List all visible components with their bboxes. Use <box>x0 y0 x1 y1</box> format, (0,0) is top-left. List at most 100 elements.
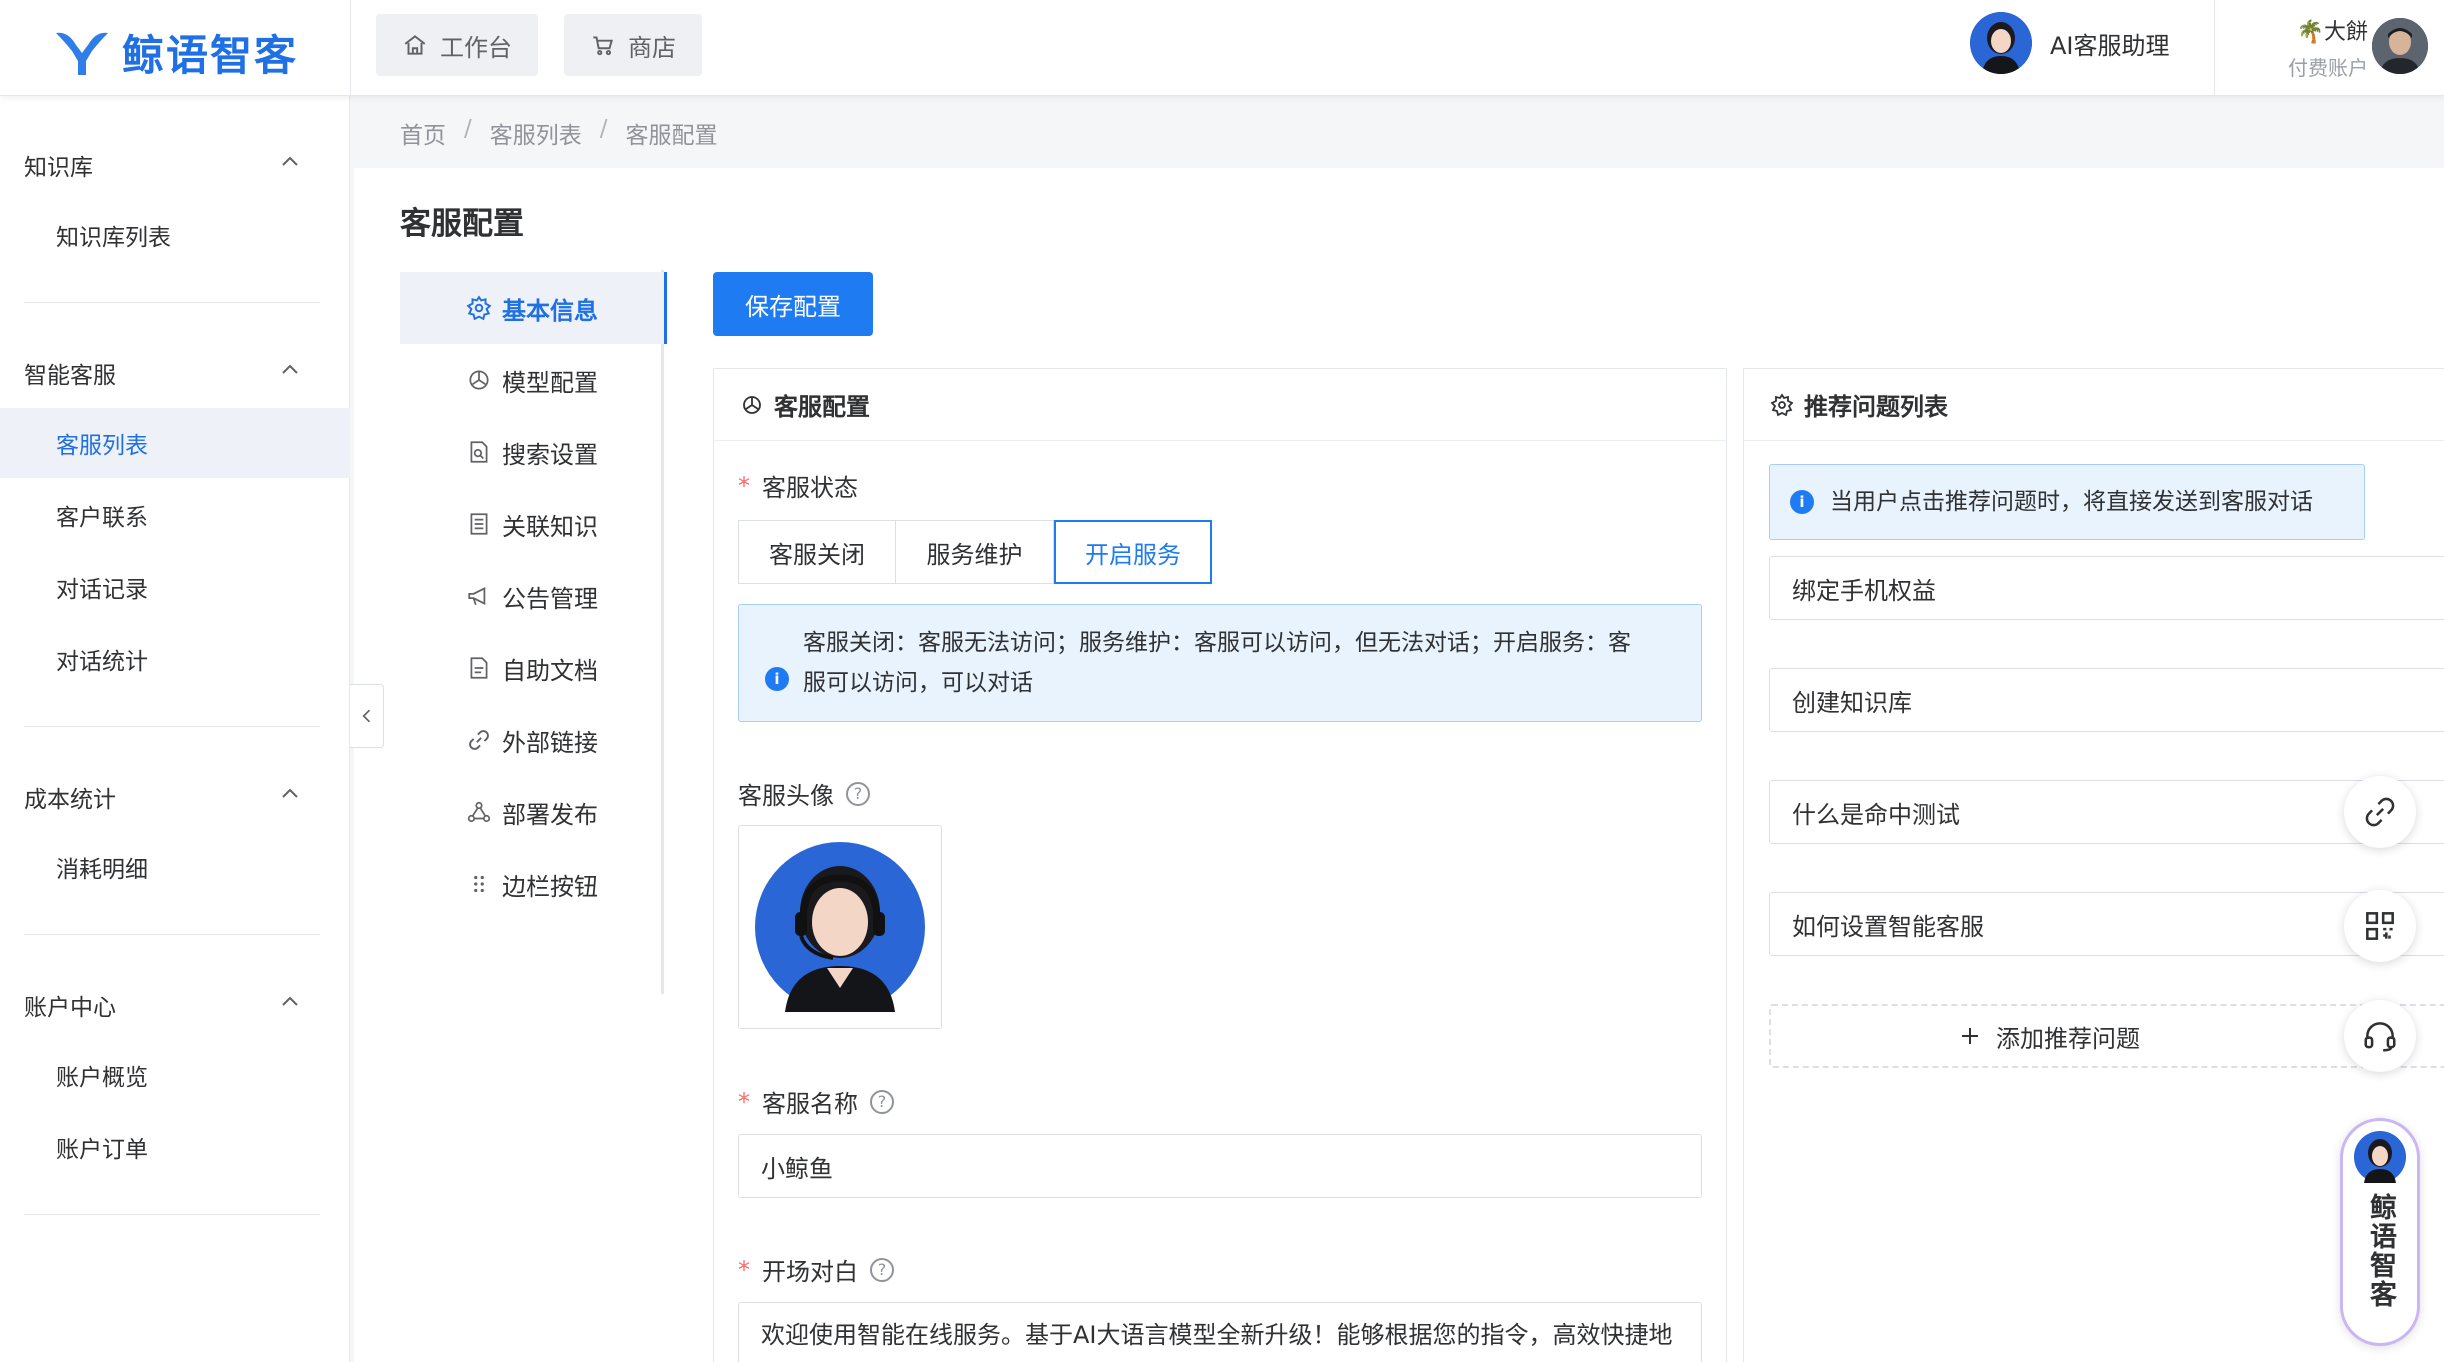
config-tabs: 基本信息 模型配置 搜索设置 关联知识 公告管理 自助文档 外部链接 部署发布 … <box>400 270 667 994</box>
greeting-label: * 开场对白 ? <box>738 1252 894 1287</box>
chat-avatar <box>2354 1131 2406 1183</box>
top-tab-workbench[interactable]: 工作台 <box>376 14 538 76</box>
breadcrumb: 首页 / 客服列表 / 客服配置 <box>400 116 718 150</box>
user-plan: 付费账户 <box>2288 56 2368 80</box>
add-recommend-label: 添加推荐问题 <box>1996 1024 2140 1053</box>
sidebar-group-account[interactable]: 账户中心 <box>24 988 116 1022</box>
qrcode-icon <box>2366 912 2394 940</box>
ai-assistant-entry[interactable]: AI客服助理 <box>1970 12 2170 74</box>
plus-icon <box>1962 1028 1978 1044</box>
tab-linked-knowledge[interactable]: 关联知识 <box>400 488 664 560</box>
breadcrumb-separator: / <box>599 116 608 142</box>
help-icon[interactable]: ? <box>870 1089 894 1114</box>
sidebar-collapse-button[interactable] <box>350 684 384 748</box>
sidebar: 知识库 知识库列表 智能客服 客服列表 客户联系 对话记录 对话统计 成本统计 … <box>0 96 350 1362</box>
book-icon <box>470 513 488 535</box>
help-icon[interactable]: ? <box>870 1257 894 1282</box>
brand-logo[interactable]: 鲸语智客 <box>52 22 298 83</box>
sidebar-item-account-overview[interactable]: 账户概览 <box>0 1040 350 1110</box>
tab-model-config[interactable]: 模型配置 <box>400 344 664 416</box>
float-link-button[interactable] <box>2344 776 2416 848</box>
info-icon: i <box>1790 490 1814 514</box>
field-label: 客服名称 <box>762 1090 858 1118</box>
headset-icon <box>2364 1022 2396 1052</box>
float-qrcode-button[interactable] <box>2344 890 2416 962</box>
tab-label: 模型配置 <box>502 368 598 397</box>
chevron-up-icon[interactable] <box>278 150 302 174</box>
tab-basic-info[interactable]: 基本信息 <box>400 272 667 344</box>
status-info-text: 客服关闭：客服无法访问；服务维护：客服可以访问，但无法对话；开启服务：客 服可以… <box>803 623 1631 721</box>
chat-widget-label: 鲸语智客 <box>2365 1193 2396 1309</box>
tab-announcements[interactable]: 公告管理 <box>400 560 664 632</box>
user-avatar[interactable] <box>2372 18 2428 74</box>
sidebar-item-account-orders[interactable]: 账户订单 <box>0 1112 350 1182</box>
top-tab-store[interactable]: 商店 <box>564 14 702 76</box>
recommend-question-item[interactable]: 如何设置智能客服 <box>1769 892 2444 956</box>
panel-title: 推荐问题列表 <box>1804 393 1948 421</box>
sidebar-item-chat-stats[interactable]: 对话统计 <box>0 624 350 694</box>
chevron-up-icon[interactable] <box>278 782 302 806</box>
user-info[interactable]: 🌴大餅 付费账户 <box>2268 14 2368 81</box>
brand-name: 鲸语智客 <box>122 31 299 80</box>
tab-sidebar-buttons[interactable]: 边栏按钮 <box>400 848 664 920</box>
tab-external-links[interactable]: 外部链接 <box>400 704 664 776</box>
top-tab-label: 工作台 <box>440 33 512 62</box>
header-divider <box>350 0 351 96</box>
tab-label: 外部链接 <box>502 728 598 757</box>
float-support-button[interactable] <box>2344 1000 2416 1072</box>
field-label: 客服状态 <box>762 474 858 502</box>
top-header: 鲸语智客 工作台 商店 AI客服助理 🌴大餅 付费账户 <box>0 0 2444 96</box>
chevron-up-icon[interactable] <box>278 990 302 1014</box>
tab-deploy[interactable]: 部署发布 <box>400 776 664 848</box>
add-recommend-question-button[interactable]: 添加推荐问题 <box>1769 1004 2444 1068</box>
save-config-button[interactable]: 保存配置 <box>713 272 873 336</box>
service-status-segmented: 客服关闭 服务维护 开启服务 <box>738 520 1212 584</box>
greeting-textarea[interactable]: 欢迎使用智能在线服务。基于AI大语言模型全新升级！能够根据您的指令，高效快捷地 <box>738 1302 1702 1362</box>
doc-icon <box>470 657 488 679</box>
status-option-open[interactable]: 开启服务 <box>1054 520 1212 584</box>
tab-self-help-docs[interactable]: 自助文档 <box>400 632 664 704</box>
tab-label: 边栏按钮 <box>502 872 598 901</box>
recommend-question-item[interactable]: 什么是命中测试 <box>1769 780 2444 844</box>
sidebar-item-label: 知识库列表 <box>56 225 171 251</box>
status-option-closed[interactable]: 客服关闭 <box>738 520 896 584</box>
float-chat-widget[interactable]: 鲸语智客 <box>2340 1118 2420 1346</box>
tab-label: 关联知识 <box>502 512 598 541</box>
sidebar-item-chat-records[interactable]: 对话记录 <box>0 552 350 622</box>
service-name-input[interactable]: 小鲸鱼 <box>738 1134 1702 1198</box>
sidebar-group-smart-service[interactable]: 智能客服 <box>24 356 116 390</box>
breadcrumb-home[interactable]: 首页 <box>400 116 446 150</box>
sidebar-item-label: 客服列表 <box>56 433 148 459</box>
panel-header: 推荐问题列表 <box>1744 369 2444 441</box>
drag-dots-icon <box>474 875 484 893</box>
status-option-maintenance[interactable]: 服务维护 <box>896 520 1054 584</box>
recommend-question-item[interactable]: 创建知识库 <box>1769 668 2444 732</box>
recommend-question-item[interactable]: 绑定手机权益 <box>1769 556 2444 620</box>
recommend-info-text: 当用户点击推荐问题时，将直接发送到客服对话 <box>1830 489 2313 515</box>
link-icon <box>469 730 489 750</box>
sidebar-item-label: 消耗明细 <box>56 857 148 883</box>
required-mark: * <box>738 1255 750 1284</box>
field-label: 开场对白 <box>762 1258 858 1286</box>
sidebar-item-knowledge-list[interactable]: 知识库列表 <box>0 200 350 270</box>
sidebar-group-knowledge[interactable]: 知识库 <box>24 148 93 182</box>
sidebar-item-consumption[interactable]: 消耗明细 <box>0 832 350 902</box>
avatar-label: 客服头像 ? <box>738 776 870 811</box>
service-avatar-image <box>755 842 925 1012</box>
top-tab-label: 商店 <box>628 33 676 62</box>
sidebar-item-label: 账户概览 <box>56 1065 148 1091</box>
avatar-upload[interactable] <box>738 825 942 1029</box>
assistant-avatar <box>1970 12 2032 74</box>
sidebar-divider <box>24 302 320 303</box>
breadcrumb-service-list[interactable]: 客服列表 <box>490 116 582 150</box>
tab-search-settings[interactable]: 搜索设置 <box>400 416 664 488</box>
help-icon[interactable]: ? <box>846 781 870 806</box>
sidebar-item-service-list[interactable]: 客服列表 <box>0 408 350 478</box>
panel-title: 客服配置 <box>774 393 870 421</box>
chevron-up-icon[interactable] <box>278 358 302 382</box>
sidebar-group-cost[interactable]: 成本统计 <box>24 780 116 814</box>
sidebar-item-customer-contact[interactable]: 客户联系 <box>0 480 350 550</box>
tab-label: 部署发布 <box>502 800 598 829</box>
tab-label: 公告管理 <box>502 584 598 613</box>
status-info-alert: i 客服关闭：客服无法访问；服务维护：客服可以访问，但无法对话；开启服务：客 服… <box>738 604 1702 722</box>
